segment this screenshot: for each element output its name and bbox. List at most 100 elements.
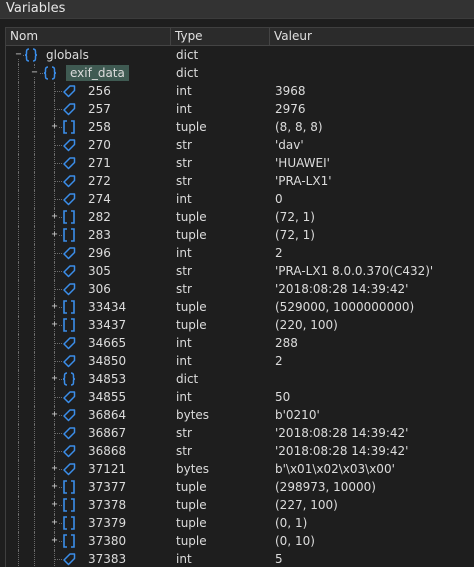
variable-value: 50 — [275, 390, 291, 404]
tree-row[interactable]: +37377 tuple (298973, 10000) — [6, 478, 474, 496]
value-tag-icon — [62, 102, 76, 116]
tree-row[interactable]: 274 int 0 — [6, 190, 474, 208]
variables-tree[interactable]: Nom Type Valeur − globals dict − exif_data di… — [5, 27, 474, 567]
expand-icon[interactable]: + — [50, 212, 59, 222]
variable-name: 305 — [88, 264, 111, 278]
tree-row[interactable]: +37379 tuple (0, 1) — [6, 514, 474, 532]
variable-type: int — [176, 84, 192, 98]
tree-guide-line — [18, 496, 19, 514]
tree-guide-line — [34, 208, 35, 226]
tree-connector — [54, 145, 62, 146]
variable-type: int — [176, 246, 192, 260]
tree-guide-line — [34, 370, 35, 388]
expand-icon[interactable]: + — [50, 302, 59, 312]
value-tag-icon — [62, 444, 76, 458]
tree-connector — [54, 109, 62, 110]
variable-value: (529000, 1000000000) — [275, 300, 415, 314]
tree-row[interactable]: 34665 int 288 — [6, 334, 474, 352]
variable-type: int — [176, 354, 192, 368]
tree-row[interactable]: 37383 int 5 — [6, 550, 474, 567]
tree-guide-line — [18, 388, 19, 406]
variable-value: 0 — [275, 192, 283, 206]
tree-row[interactable]: − exif_data dict — [6, 64, 474, 82]
expand-icon[interactable]: + — [50, 536, 59, 546]
column-name-header[interactable]: Nom — [6, 28, 170, 45]
tree-row[interactable]: 305 str 'PRA-LX1 8.0.0.370(C432)' — [6, 262, 474, 280]
tree-row[interactable]: 296 int 2 — [6, 244, 474, 262]
value-tag-icon — [62, 174, 76, 188]
variable-value: '2018:08:28 14:39:42' — [275, 444, 409, 458]
tree-row[interactable]: 256 int 3968 — [6, 82, 474, 100]
variable-value: 'HUAWEI' — [275, 156, 330, 170]
tree-row[interactable]: 34850 int 2 — [6, 352, 474, 370]
tree-row[interactable]: 306 str '2018:08:28 14:39:42' — [6, 280, 474, 298]
tree-row[interactable]: 34855 int 50 — [6, 388, 474, 406]
value-tag-icon — [62, 462, 76, 476]
tree-row[interactable]: 257 int 2976 — [6, 100, 474, 118]
variable-value: (0, 1) — [275, 516, 308, 530]
tree-row[interactable]: +34853 dict — [6, 370, 474, 388]
variable-value: 5 — [275, 552, 283, 566]
tree-row[interactable]: +33434 tuple (529000, 1000000000) — [6, 298, 474, 316]
tree-guide-line — [18, 136, 19, 154]
variable-name: 33434 — [88, 300, 127, 314]
expand-icon[interactable]: + — [50, 320, 59, 330]
tuple-brackets-icon — [62, 480, 76, 494]
expand-icon[interactable]: + — [50, 482, 59, 492]
tree-guide-line — [18, 64, 19, 82]
tree-row[interactable]: − globals dict — [6, 46, 474, 64]
collapse-icon[interactable]: − — [14, 50, 23, 60]
tree-row[interactable]: 271 str 'HUAWEI' — [6, 154, 474, 172]
expand-icon[interactable]: + — [50, 500, 59, 510]
expand-icon[interactable]: + — [50, 122, 59, 132]
tree-row[interactable]: 270 str 'dav' — [6, 136, 474, 154]
variable-type: str — [176, 264, 192, 278]
tree-guide-line — [18, 460, 19, 478]
variable-type: int — [176, 102, 192, 116]
tree-guide-line — [18, 118, 19, 136]
value-tag-icon — [62, 264, 76, 278]
tree-row[interactable]: +283 tuple (72, 1) — [6, 226, 474, 244]
variable-type: str — [176, 282, 192, 296]
tree-row[interactable]: +37380 tuple (0, 10) — [6, 532, 474, 550]
tree-row[interactable]: +36864 bytes b'0210' — [6, 406, 474, 424]
value-tag-icon — [62, 408, 76, 422]
expand-icon[interactable]: + — [50, 464, 59, 474]
tree-row[interactable]: +258 tuple (8, 8, 8) — [6, 118, 474, 136]
variable-value: 'PRA-LX1 8.0.0.370(C432)' — [275, 264, 434, 278]
collapse-icon[interactable]: − — [30, 68, 39, 78]
tree-row[interactable]: 36867 str '2018:08:28 14:39:42' — [6, 424, 474, 442]
tree-guide-line — [18, 226, 19, 244]
expand-icon[interactable]: + — [50, 518, 59, 528]
expand-icon[interactable]: + — [50, 230, 59, 240]
tuple-brackets-icon — [62, 534, 76, 548]
variable-name: 37378 — [88, 498, 127, 512]
variable-name: 256 — [88, 84, 111, 98]
value-tag-icon — [62, 426, 76, 440]
variable-type: bytes — [176, 408, 210, 422]
tuple-brackets-icon — [62, 300, 76, 314]
tree-row[interactable]: 36868 str '2018:08:28 14:39:42' — [6, 442, 474, 460]
tree-guide-line — [18, 352, 19, 370]
variable-type: tuple — [176, 318, 207, 332]
tree-connector — [54, 397, 62, 398]
tree-row[interactable]: +37378 tuple (227, 100) — [6, 496, 474, 514]
variable-name: 34855 — [88, 390, 127, 404]
tree-row[interactable]: +37121 bytes b'\x01\x02\x03\x00' — [6, 460, 474, 478]
variable-value: (227, 100) — [275, 498, 338, 512]
tree-row[interactable]: +282 tuple (72, 1) — [6, 208, 474, 226]
column-type-header[interactable]: Type — [171, 28, 269, 45]
tree-row[interactable]: +33437 tuple (220, 100) — [6, 316, 474, 334]
variable-value — [269, 64, 275, 82]
expand-icon[interactable]: + — [50, 410, 59, 420]
variable-type: dict — [176, 66, 199, 80]
variable-value: 3968 — [275, 84, 306, 98]
variable-name: exif_data — [66, 65, 129, 81]
variable-name: 258 — [88, 120, 111, 134]
column-value-header[interactable]: Valeur — [270, 28, 474, 45]
tree-guide-line — [18, 298, 19, 316]
tree-guide-line — [34, 478, 35, 496]
expand-icon[interactable]: + — [50, 374, 59, 384]
tree-guide-line — [18, 82, 19, 100]
tree-row[interactable]: 272 str 'PRA-LX1' — [6, 172, 474, 190]
